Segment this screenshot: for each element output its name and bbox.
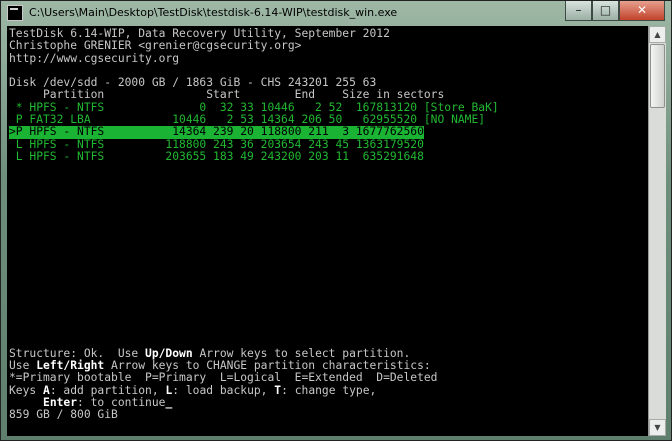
- partition-row[interactable]: L HPFS - NTFS 203655 183 49 243200 203 1…: [9, 150, 499, 163]
- window-controls: – □ ✕: [565, 1, 665, 21]
- window-title: C:\Users\Main\Desktop\TestDisk\testdisk-…: [29, 6, 398, 19]
- key-hint: Left/Right: [36, 359, 105, 373]
- key-hint: A: [43, 383, 50, 397]
- text-cursor: _: [165, 395, 173, 409]
- title-bar[interactable]: C:\Users\Main\Desktop\TestDisk\testdisk-…: [1, 1, 671, 25]
- minimize-button[interactable]: –: [565, 1, 592, 21]
- maximize-button[interactable]: □: [592, 1, 619, 21]
- scroll-up-arrow-icon[interactable]: ▲: [649, 26, 666, 43]
- partition-column-headers: Partition Start End Size in sectors: [9, 88, 445, 102]
- console-icon: [7, 5, 23, 21]
- partition-row-selected[interactable]: >P HPFS - NTFS 14364 239 20 118800 211 3…: [9, 125, 499, 139]
- key-hint: Enter: [43, 395, 78, 409]
- scroll-down-arrow-icon[interactable]: ▼: [649, 419, 666, 436]
- console-area[interactable]: TestDisk 6.14-WIP, Data Recovery Utility…: [7, 26, 648, 436]
- header-line: http://www.cgsecurity.org: [9, 51, 180, 65]
- selection-highlight: >P HPFS - NTFS 14364 239 20 118800 211 3…: [9, 125, 424, 139]
- key-hint: Up/Down: [145, 346, 193, 360]
- size-line: 859 GB / 800 GiB: [9, 408, 118, 422]
- terminal-window: C:\Users\Main\Desktop\TestDisk\testdisk-…: [0, 0, 672, 441]
- scrollbar-thumb[interactable]: [650, 44, 665, 108]
- close-button[interactable]: ✕: [619, 1, 665, 21]
- vertical-scrollbar[interactable]: ▲ ▼: [648, 26, 666, 436]
- header-line: Christophe GRENIER <grenier@cgsecurity.o…: [9, 39, 302, 53]
